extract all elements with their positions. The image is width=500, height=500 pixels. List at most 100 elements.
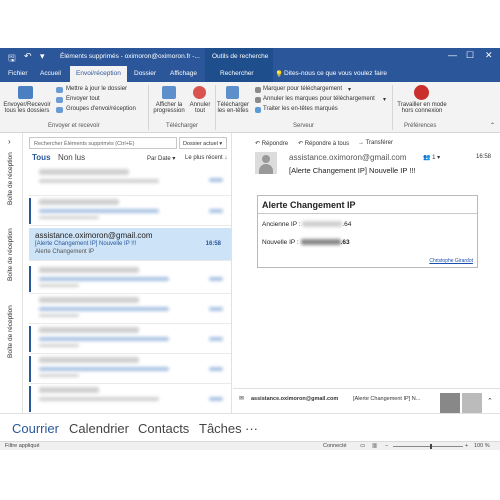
reply-button[interactable]: ↶ Répondre [255,140,288,147]
group-label-server: Serveur [293,123,315,129]
chevron-down-icon: ▾ [348,87,352,93]
filter-all[interactable]: Tous [32,153,51,162]
sender-avatar [255,152,277,174]
tab-dossier[interactable]: Dossier [134,70,156,77]
list-item[interactable] [29,294,231,324]
window-title: Éléments supprimés - oximoron@oximoron.f… [60,53,200,60]
reading-pane: ↶ Répondre ↶ Répondre à tous → Transfére… [233,133,500,413]
process-headers-button[interactable]: Traiter les en-têtes marqués [263,106,338,112]
cancel-all-button[interactable]: Annuler tout [186,102,214,114]
folder-rail-item-inbox-2[interactable]: Boîte de réception [7,228,14,281]
list-item[interactable] [29,264,231,294]
sender-address: assistance.oximoron@gmail.com [289,153,407,162]
offline-icon [414,85,429,100]
work-offline-button[interactable]: Travailler en mode hors connexion [393,102,451,114]
unmark-download-button[interactable]: Annuler les marques pour téléchargement [263,96,375,102]
minimize-icon[interactable]: — [448,50,457,60]
chevron-up-icon[interactable]: ⌃ [487,397,493,405]
cancel-icon [193,86,206,99]
list-item[interactable] [29,166,231,196]
folder-rail: › Boîte de réception Boîte de réception … [0,133,23,413]
groups-icon [56,107,63,113]
status-filter: Filtre appliqué [5,443,40,449]
alert-card-title: Alerte Changement IP [258,196,477,214]
sort-order-toggle[interactable]: Le plus récent ↓ [185,155,227,161]
nav-calendrier[interactable]: Calendrier [69,421,129,436]
group-label-send-receive: Envoyer et recevoir [48,123,100,129]
search-scope-select[interactable]: Dossier actuel ▾ [179,137,227,149]
status-connection: Connecté [323,443,347,449]
mail-subject: [Alerte Changement IP] Nouvelle IP !!! [35,241,137,247]
nav-contacts[interactable]: Contacts [138,421,189,436]
process-headers-icon [255,107,261,113]
nav-taches[interactable]: Tâches [199,421,242,436]
mark-download-icon [255,87,261,93]
unmark-download-icon [255,97,261,103]
folder-rail-item-inbox-3[interactable]: Boîte de réception [7,305,14,358]
show-progress-button[interactable]: Afficher la progression [150,102,188,114]
zoom-out-icon[interactable]: − [385,443,388,449]
zoom-in-icon[interactable]: + [465,443,468,449]
group-label-download: Télécharger [166,123,199,129]
send-receive-icon [18,86,33,99]
collapse-ribbon-icon[interactable]: ⌃ [490,122,495,129]
signature-link[interactable]: Christophe Girardot [429,258,473,264]
context-tab-group: Outils de recherche [205,48,273,66]
normal-view-icon[interactable]: ▭ [360,443,365,449]
download-headers-button[interactable]: Télécharger les en-têtes [215,102,251,114]
status-bar: Filtre appliqué Connecté ▭ ▥ − + 100 % [0,441,500,450]
tell-me-input[interactable]: Dites-nous ce que vous voulez faire [284,70,387,77]
mail-time: 16:58 [205,241,221,247]
zoom-slider[interactable] [393,446,463,447]
folder-rail-item-inbox-1[interactable]: Boîte de réception [7,152,14,205]
tab-envoi-reception[interactable]: Envoi/réception [70,66,127,82]
tab-rechercher[interactable]: Rechercher [220,70,254,77]
recipients-count[interactable]: 👥 1 ▾ [423,154,440,161]
old-ip-line: Ancienne IP : .64 [262,221,352,228]
chevron-down-icon: ▾ [383,97,387,103]
people-pane: ✉ assistance.oximoron@gmail.com [Alerte … [233,388,500,413]
undo-icon[interactable]: ↶ [24,51,32,62]
search-scope-value: Dossier actuel [183,141,218,147]
update-folder-button[interactable]: Mettre à jour le dossier [66,86,127,92]
save-icon[interactable]: 🖫 [8,51,16,67]
mark-download-button[interactable]: Marquer pour téléchargement [263,86,342,92]
reply-all-button[interactable]: ↶ Répondre à tous [298,140,349,147]
tab-accueil[interactable]: Accueil [40,70,61,77]
list-item[interactable] [29,324,231,354]
tab-affichage[interactable]: Affichage [170,70,197,77]
group-label-preferences: Préférences [404,123,437,129]
reading-view-icon[interactable]: ▥ [372,443,377,449]
nav-courrier[interactable]: Courrier [12,421,59,436]
mail-from: assistance.oximoron@gmail.com [35,231,153,240]
maximize-icon[interactable]: ☐ [466,50,474,61]
person-avatar[interactable] [462,393,482,413]
close-icon[interactable]: ✕ [485,50,493,61]
list-item[interactable] [29,384,231,414]
filter-unread[interactable]: Non lus [58,153,85,162]
expand-folder-pane-icon[interactable]: › [8,137,11,146]
tab-fichier[interactable]: Fichier [8,70,28,77]
people-pane-from: assistance.oximoron@gmail.com [251,396,339,402]
person-avatar[interactable] [440,393,460,413]
list-item[interactable] [29,196,231,226]
send-receive-all-button[interactable]: Envoyer/Recevoir tous les dossiers [2,102,52,114]
alert-card: Alerte Changement IP Ancienne IP : .64 N… [257,195,478,268]
lightbulb-icon: 💡 [275,71,284,78]
zoom-slider-thumb[interactable] [430,444,432,449]
selected-mail-item[interactable]: assistance.oximoron@gmail.com [Alerte Ch… [29,228,231,261]
redacted-ip [302,221,343,228]
send-all-button[interactable]: Envoyer tout [66,96,100,102]
send-receive-groups-button[interactable]: Groupes d'envoi/réception [66,106,136,112]
sort-by-dropdown[interactable]: Par Date ▾ [147,155,175,162]
nav-more[interactable]: ··· [245,421,258,436]
forward-button[interactable]: → Transférer [358,140,393,146]
mail-preview: Alerte Changement IP [35,249,95,255]
module-nav: Courrier Calendrier Contacts Tâches ··· [0,413,500,441]
progress-icon [162,86,176,99]
people-pane-subject: [Alerte Changement IP] N... [353,396,421,402]
list-item[interactable] [29,354,231,384]
search-input[interactable]: Rechercher Éléments supprimés (Ctrl+E) [29,137,177,149]
redacted-ip [300,239,341,246]
customize-quick-access-icon[interactable]: ▾ [40,51,45,62]
